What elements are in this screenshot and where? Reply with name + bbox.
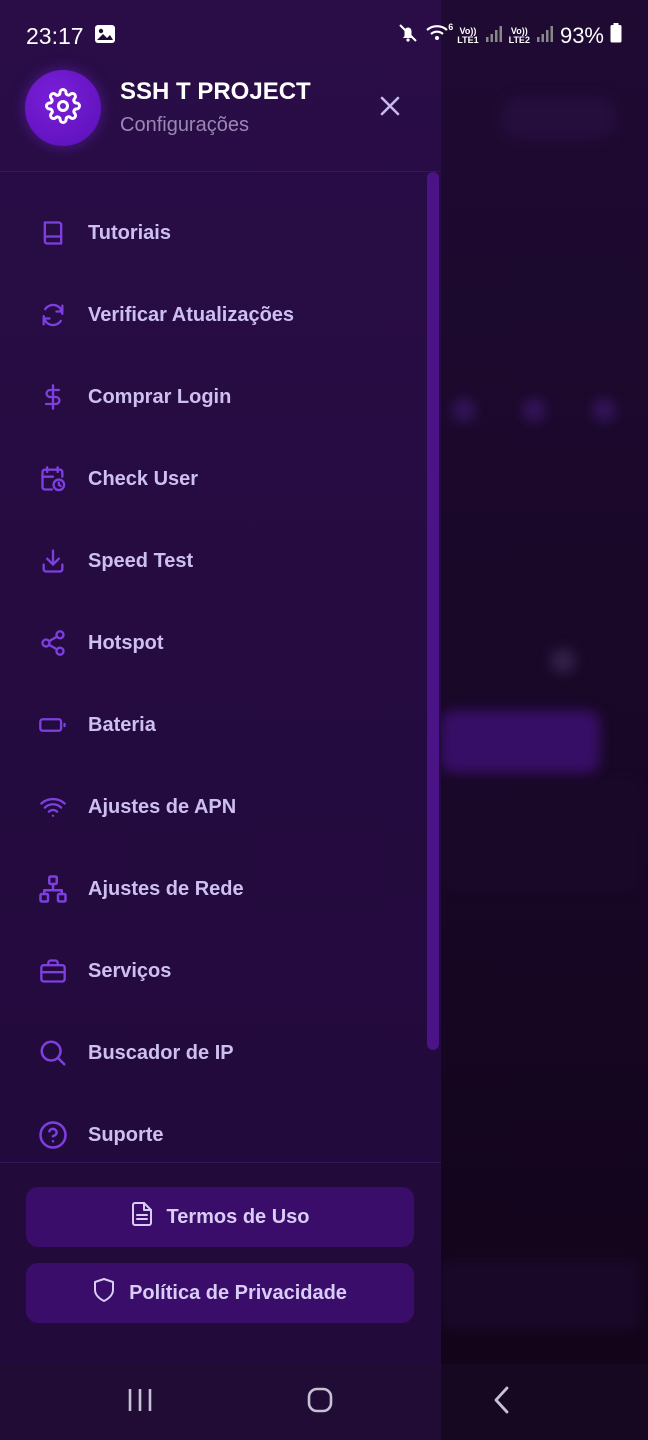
menu-item-hotspot[interactable]: Hotspot bbox=[0, 602, 420, 684]
back-icon bbox=[491, 1385, 513, 1420]
mute-icon bbox=[397, 22, 419, 50]
book-icon bbox=[38, 218, 68, 248]
menu-item-verificar-atualizacoes[interactable]: Verificar Atualizações bbox=[0, 274, 420, 356]
dollar-icon bbox=[38, 382, 68, 412]
menu-item-label: Ajustes de APN bbox=[88, 795, 237, 818]
close-drawer-button[interactable] bbox=[372, 90, 408, 126]
home-icon bbox=[306, 1386, 334, 1419]
menu-item-label: Suporte bbox=[88, 1123, 164, 1146]
drawer-menu: Tutoriais Verificar Atualizações Comprar… bbox=[0, 192, 420, 1176]
background-bottom-card bbox=[440, 1260, 640, 1330]
share-icon bbox=[38, 628, 68, 658]
background-button bbox=[440, 710, 600, 774]
refresh-icon bbox=[38, 300, 68, 330]
drawer-header: SSH T PROJECT Configurações bbox=[0, 68, 441, 172]
terms-of-use-label: Termos de Uso bbox=[166, 1205, 310, 1228]
home-button[interactable] bbox=[300, 1384, 340, 1420]
menu-item-label: Speed Test bbox=[88, 549, 194, 572]
menu-item-ajustes-apn[interactable]: Ajustes de APN bbox=[0, 766, 420, 848]
background-knob bbox=[550, 648, 576, 674]
back-button[interactable] bbox=[482, 1384, 522, 1420]
menu-item-label: Tutoriais bbox=[88, 221, 171, 244]
menu-item-label: Comprar Login bbox=[88, 385, 232, 408]
document-icon bbox=[131, 1201, 153, 1233]
navigation-drawer: SSH T PROJECT Configurações Tutoriais Ve… bbox=[0, 0, 441, 1364]
settings-avatar bbox=[25, 70, 101, 146]
wifi-status-icon: 6 bbox=[425, 22, 454, 49]
menu-item-label: Hotspot bbox=[88, 631, 164, 654]
menu-item-check-user[interactable]: Check User bbox=[0, 438, 420, 520]
search-icon bbox=[38, 1038, 68, 1068]
terms-of-use-button[interactable]: Termos de Uso bbox=[26, 1187, 414, 1247]
menu-item-tutoriais[interactable]: Tutoriais bbox=[0, 192, 420, 274]
gallery-icon bbox=[94, 23, 116, 50]
menu-item-label: Verificar Atualizações bbox=[88, 303, 295, 326]
status-bar: 23:17 6 Vo)) LTE1 Vo)) LTE2 93% bbox=[0, 0, 648, 72]
drawer-subtitle: Configurações bbox=[120, 114, 249, 136]
privacy-policy-label: Política de Privacidade bbox=[129, 1281, 347, 1304]
menu-item-label: Bateria bbox=[88, 713, 156, 736]
battery-icon bbox=[38, 710, 68, 740]
network-icon bbox=[38, 874, 68, 904]
help-icon bbox=[38, 1120, 68, 1150]
battery-percent: 93% bbox=[559, 23, 604, 48]
drawer-title: SSH T PROJECT bbox=[120, 78, 311, 105]
calendar-clock-icon bbox=[38, 464, 68, 494]
wifi-badge: 6 bbox=[448, 22, 454, 32]
battery-status-icon bbox=[610, 23, 622, 49]
menu-item-servicos[interactable]: Serviços bbox=[0, 930, 420, 1012]
background-connect-pill bbox=[500, 96, 618, 140]
download-icon bbox=[38, 546, 68, 576]
system-nav-bar bbox=[0, 1364, 648, 1440]
recent-apps-icon bbox=[126, 1387, 154, 1418]
menu-item-label: Buscador de IP bbox=[88, 1041, 234, 1064]
sim1-label: Vo)) LTE1 bbox=[457, 26, 479, 45]
gear-icon bbox=[45, 87, 81, 129]
recent-apps-button[interactable] bbox=[120, 1384, 160, 1420]
menu-item-label: Ajustes de Rede bbox=[88, 877, 244, 900]
close-icon bbox=[379, 95, 401, 122]
signal-icon-sim2 bbox=[536, 23, 554, 49]
menu-item-bateria[interactable]: Bateria bbox=[0, 684, 420, 766]
menu-item-buscador-ip[interactable]: Buscador de IP bbox=[0, 1012, 420, 1094]
menu-item-ajustes-rede[interactable]: Ajustes de Rede bbox=[0, 848, 420, 930]
shield-icon bbox=[93, 1277, 115, 1309]
menu-item-label: Serviços bbox=[88, 959, 172, 982]
background-card bbox=[440, 780, 640, 890]
drawer-scrollbar[interactable] bbox=[427, 172, 439, 1050]
drawer-footer: Termos de Uso Política de Privacidade bbox=[0, 1162, 441, 1364]
wifi-icon bbox=[38, 792, 68, 822]
menu-item-speed-test[interactable]: Speed Test bbox=[0, 520, 420, 602]
sim2-label: Vo)) LTE2 bbox=[508, 26, 530, 45]
briefcase-icon bbox=[38, 956, 68, 986]
status-time: 23:17 bbox=[26, 22, 84, 49]
privacy-policy-button[interactable]: Política de Privacidade bbox=[26, 1263, 414, 1323]
menu-item-label: Check User bbox=[88, 467, 199, 490]
background-dots bbox=[440, 380, 648, 440]
menu-item-comprar-login[interactable]: Comprar Login bbox=[0, 356, 420, 438]
signal-icon-sim1 bbox=[485, 23, 503, 49]
